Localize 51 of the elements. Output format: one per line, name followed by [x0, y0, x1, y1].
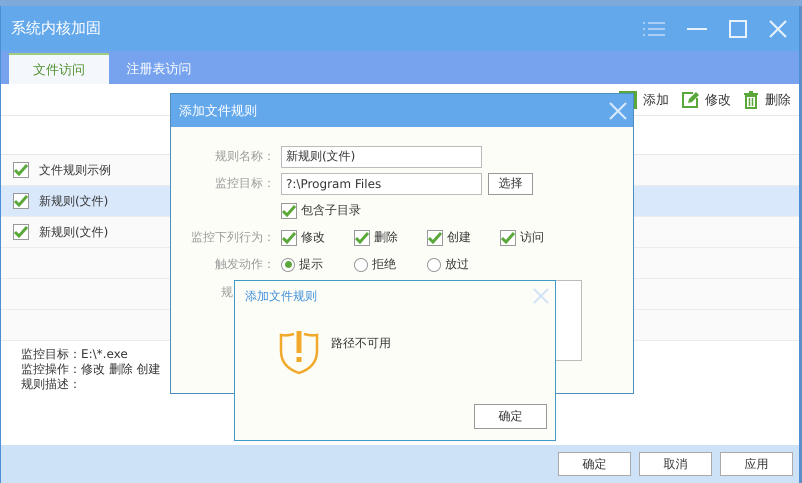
field-label: 规: [221, 285, 233, 299]
field-label: 触发动作：: [214, 256, 276, 273]
checkbox-label: 访问: [520, 229, 544, 246]
checkbox-label: 创建: [447, 229, 471, 246]
close-icon[interactable]: [609, 102, 627, 120]
field-label: 规则名称：: [214, 148, 276, 165]
close-icon[interactable]: [769, 20, 787, 38]
detail-text: 监控目标：E:\*.exe: [21, 347, 129, 362]
dialog-title: 添加文件规则: [179, 102, 257, 120]
field-label: 监控下列行为：: [190, 229, 276, 246]
checkbox[interactable]: [13, 224, 29, 240]
field-label: 监控目标：: [214, 175, 276, 192]
checkbox-label: 包含子目录: [301, 202, 361, 219]
radio-button[interactable]: [354, 258, 368, 272]
rule-name: 新规则(文件): [39, 192, 108, 210]
radio-button[interactable]: [281, 258, 295, 272]
target-field[interactable]: ?:\Program Files: [281, 172, 482, 194]
radio-button[interactable]: [427, 258, 441, 272]
maximize-icon[interactable]: [729, 20, 747, 38]
radio-label: 提示: [299, 256, 323, 273]
alert-message: 路径不可用: [331, 335, 391, 352]
checkbox[interactable]: [281, 202, 297, 218]
checkbox-label: 删除: [374, 229, 398, 246]
pencil-icon: [681, 90, 699, 108]
toolbar-button[interactable]: 修改: [681, 90, 731, 108]
dialog-title: 添加文件规则: [245, 288, 317, 304]
detail-text: 监控操作：修改 删除 创建: [21, 362, 162, 377]
checkbox-label: 修改: [301, 229, 325, 246]
menu-icon[interactable]: [643, 20, 665, 38]
window-title: 系统内核加固: [11, 19, 101, 38]
ok-button[interactable]: 确定: [474, 404, 547, 429]
rule-name: 文件规则示例: [39, 162, 111, 178]
name-field[interactable]: 新规则(文件): [281, 146, 482, 168]
toolbar-button[interactable]: 删除: [743, 90, 791, 108]
rule-name: 新规则(文件): [39, 224, 108, 240]
radio-label: 拒绝: [372, 256, 396, 273]
tab[interactable]: 文件访问: [9, 53, 109, 84]
checkbox[interactable]: [13, 162, 29, 178]
checkbox[interactable]: [427, 230, 443, 246]
warning-shield-icon: [277, 329, 321, 375]
trash-icon: [743, 90, 759, 108]
checkbox[interactable]: [13, 193, 29, 209]
footer-button[interactable]: 确定: [558, 452, 631, 476]
checkbox[interactable]: [500, 230, 516, 246]
browse-button[interactable]: 选择: [488, 172, 533, 194]
detail-text: 规则描述：: [21, 377, 82, 392]
checkbox[interactable]: [281, 230, 297, 246]
checkbox[interactable]: [354, 230, 370, 246]
footer-button[interactable]: 应用: [720, 452, 793, 476]
footer-button[interactable]: 取消: [639, 452, 712, 476]
radio-label: 放过: [445, 256, 469, 273]
